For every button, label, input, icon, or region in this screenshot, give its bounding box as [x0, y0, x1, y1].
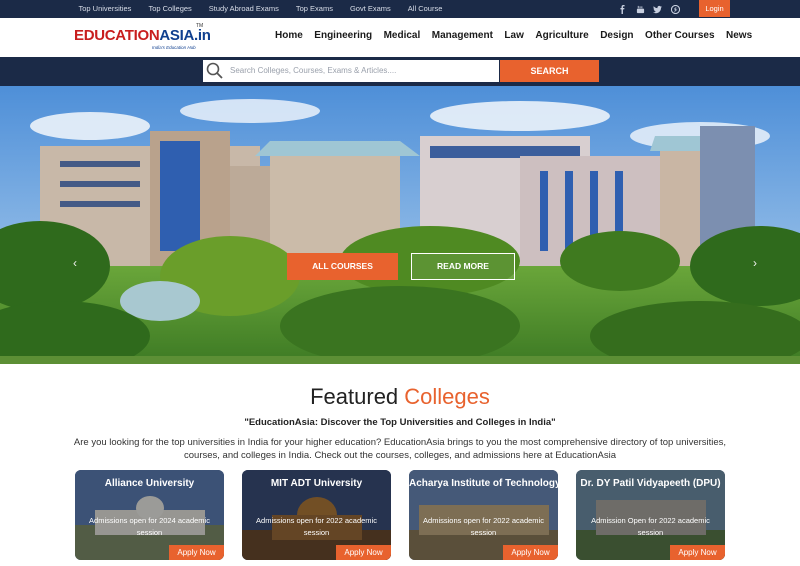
apply-now-button[interactable]: Apply Now	[503, 545, 558, 560]
apply-now-button[interactable]: Apply Now	[336, 545, 391, 560]
college-note: Admissions open for 2024 academic sessio…	[89, 516, 210, 537]
campus-photo	[0, 86, 800, 364]
college-card-acharya[interactable]: Acharya Institute of Technology Admissio…	[409, 470, 558, 560]
college-card-mit-adt[interactable]: MIT ADT University Admissions open for 2…	[242, 470, 391, 560]
college-name: MIT ADT University	[270, 478, 363, 489]
search-placeholder: Search Colleges, Courses, Exams & Articl…	[230, 66, 397, 75]
featured-description: Are you looking for the top universities…	[73, 437, 727, 461]
college-note: Admission Open for 2022 academic session	[591, 516, 710, 537]
apply-now-button[interactable]: Apply Now	[670, 545, 725, 560]
twitter-icon[interactable]	[650, 2, 664, 16]
search-button[interactable]: SEARCH	[500, 60, 599, 82]
nav-news[interactable]: News	[726, 30, 752, 41]
search-band: Search Colleges, Courses, Exams & Articl…	[0, 57, 800, 86]
apply-now-button[interactable]: Apply Now	[169, 545, 224, 560]
nav-other-courses[interactable]: Other Courses	[645, 30, 714, 41]
logo-text-red: EDUCATION	[74, 27, 160, 44]
featured-title-accent: Colleges	[404, 384, 490, 409]
top-link-colleges[interactable]: Top Colleges	[140, 0, 200, 18]
hero-banner: ALL COURSES READ MORE	[0, 86, 800, 364]
logo-tagline: India's Education Hub	[152, 45, 196, 50]
carousel-next-icon[interactable]: ›	[748, 256, 762, 270]
top-bar: Top Universities Top Colleges Study Abro…	[0, 0, 800, 18]
top-link-study-abroad[interactable]: Study Abroad Exams	[200, 0, 287, 18]
featured-title: Featured Colleges	[0, 384, 800, 410]
college-name: Alliance University	[104, 478, 195, 489]
top-links: Top Universities Top Colleges Study Abro…	[70, 0, 451, 18]
logo-wordmark: EDUCATIONASIA.in	[74, 27, 211, 44]
top-link-exams[interactable]: Top Exams	[287, 0, 341, 18]
facebook-icon[interactable]	[615, 2, 629, 16]
college-card-dy-patil[interactable]: Dr. DY Patil Vidyapeeth (DPU) Admission …	[576, 470, 725, 560]
nav-medical[interactable]: Medical	[384, 30, 421, 41]
college-note: Admissions open for 2022 academic sessio…	[423, 516, 544, 537]
carousel-prev-icon[interactable]: ‹	[68, 256, 82, 270]
nav-agriculture[interactable]: Agriculture	[535, 30, 588, 41]
college-name: Dr. DY Patil Vidyapeeth (DPU)	[580, 478, 721, 489]
top-link-universities[interactable]: Top Universities	[70, 0, 140, 18]
site-logo[interactable]: EDUCATIONASIA.in TM India's Education Hu…	[74, 23, 211, 53]
youtube-icon[interactable]	[633, 2, 647, 16]
nav-law[interactable]: Law	[504, 30, 523, 41]
top-link-govt-exams[interactable]: Govt Exams	[341, 0, 399, 18]
college-name: Acharya Institute of Technology	[409, 478, 558, 489]
main-nav: Home Engineering Medical Management Law …	[275, 18, 764, 52]
nav-design[interactable]: Design	[600, 30, 633, 41]
featured-title-main: Featured	[310, 384, 405, 409]
college-note: Admissions open for 2022 academic sessio…	[256, 516, 377, 537]
college-card-alliance[interactable]: Alliance University Admissions open for …	[75, 470, 224, 560]
pinterest-icon[interactable]	[668, 2, 682, 16]
logo-trademark: TM	[196, 23, 204, 29]
search-icon	[206, 62, 223, 79]
featured-subtitle: "EducationAsia: Discover the Top Univers…	[244, 417, 556, 428]
nav-home[interactable]: Home	[275, 30, 303, 41]
login-button[interactable]: Login	[699, 0, 730, 17]
site-header: EDUCATIONASIA.in TM India's Education Hu…	[0, 18, 800, 57]
nav-management[interactable]: Management	[432, 30, 493, 41]
all-courses-button[interactable]: ALL COURSES	[287, 253, 398, 280]
top-link-all-course[interactable]: All Course	[399, 0, 451, 18]
read-more-button[interactable]: READ MORE	[411, 253, 515, 280]
logo-text-blue: ASIA.in	[159, 27, 211, 44]
nav-engineering[interactable]: Engineering	[314, 30, 372, 41]
